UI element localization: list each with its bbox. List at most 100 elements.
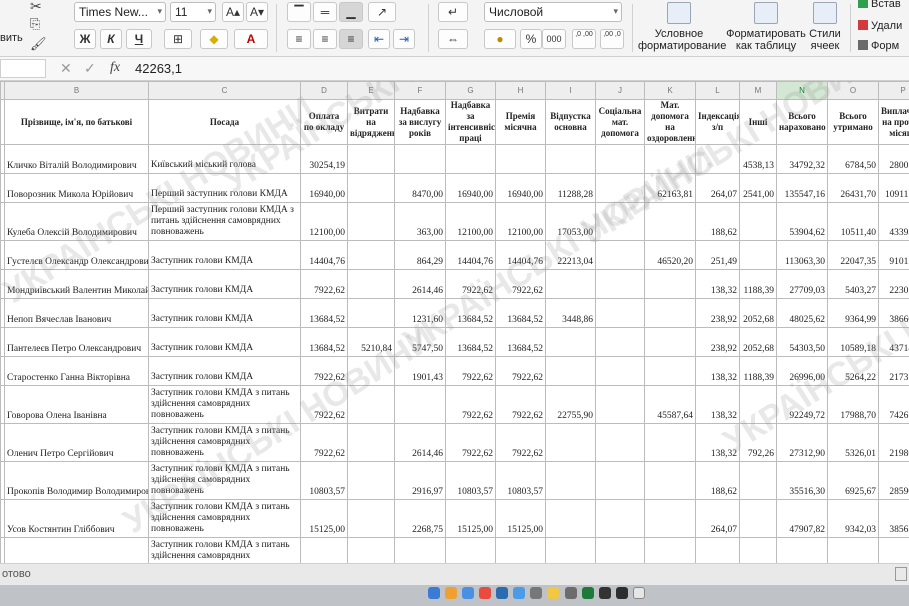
value-cell[interactable]: 10511,40 <box>827 202 879 241</box>
value-cell[interactable] <box>545 461 596 500</box>
column-header-h[interactable]: H <box>495 81 546 100</box>
header-cell[interactable]: Соціальна мат. допомога <box>595 99 645 145</box>
value-cell[interactable] <box>347 461 395 500</box>
value-cell[interactable]: 12100,00 <box>445 202 496 241</box>
column-header-l[interactable]: L <box>695 81 740 100</box>
value-cell[interactable] <box>545 144 596 174</box>
value-cell[interactable] <box>595 240 645 270</box>
font-name-select[interactable]: Times New... ▾ <box>74 2 166 22</box>
value-cell[interactable] <box>644 298 696 328</box>
value-cell[interactable]: 10589,18 <box>827 327 879 357</box>
value-cell[interactable]: 13684,52 <box>300 298 348 328</box>
value-cell[interactable]: 35516,30 <box>776 461 828 500</box>
value-cell[interactable]: 26431,70 <box>827 173 879 203</box>
value-cell[interactable]: 2541,00 <box>739 173 777 203</box>
value-cell[interactable]: 5326,01 <box>827 423 879 462</box>
column-header-i[interactable]: I <box>545 81 596 100</box>
header-cell[interactable]: Витрати на відрядження <box>347 99 395 145</box>
value-cell[interactable]: 138,32 <box>695 269 740 299</box>
value-cell[interactable]: 21986,89 <box>878 423 909 462</box>
scissors-icon[interactable]: ✂ <box>30 0 42 15</box>
value-cell[interactable]: 1231,60 <box>394 298 446 328</box>
name-cell[interactable]: Густелєв Олександр Олександрович <box>4 240 149 270</box>
value-cell[interactable]: 47856,27 <box>595 537 645 563</box>
value-cell[interactable] <box>739 202 777 241</box>
value-cell[interactable]: 7922,62 <box>495 385 546 424</box>
value-cell[interactable]: 2052,68 <box>739 327 777 357</box>
value-cell[interactable]: 264,07 <box>695 173 740 203</box>
format-as-table-button[interactable]: Форматировать как таблицу <box>726 2 806 52</box>
cancel-icon[interactable]: ✕ <box>60 60 72 77</box>
value-cell[interactable]: 6784,50 <box>827 144 879 174</box>
column-header-p[interactable]: P <box>878 81 909 100</box>
value-cell[interactable]: 113063,30 <box>776 240 828 270</box>
grow-font-button[interactable]: A▴ <box>222 2 244 22</box>
position-cell[interactable]: Київський міський голова <box>148 144 301 174</box>
header-cell[interactable]: Виплачено на протязі місяця <box>878 99 909 145</box>
position-cell[interactable]: Заступник голови КМДА з питань здійсненн… <box>148 499 301 538</box>
value-cell[interactable] <box>595 423 645 462</box>
value-cell[interactable] <box>739 461 777 500</box>
column-header-g[interactable]: G <box>445 81 496 100</box>
value-cell[interactable]: 14404,76 <box>300 240 348 270</box>
value-cell[interactable]: 17988,70 <box>827 385 879 424</box>
decrease-indent-button[interactable]: ⇤ <box>368 29 390 49</box>
value-cell[interactable]: 792,26 <box>739 423 777 462</box>
value-cell[interactable]: 16940,00 <box>445 173 496 203</box>
value-cell[interactable]: 1188,39 <box>739 537 777 563</box>
header-cell[interactable]: Індексація з/п <box>695 99 740 145</box>
position-cell[interactable]: Заступник голови КМДА з питань здійсненн… <box>148 385 301 424</box>
align-middle-button[interactable]: ═ <box>313 2 337 22</box>
header-cell[interactable]: Надбавка за вислугу років <box>394 99 446 145</box>
align-top-button[interactable]: ▔ <box>287 2 311 22</box>
name-cell[interactable]: Поворозник Микола Юрійович <box>4 173 149 203</box>
header-cell[interactable]: Всього нараховано <box>776 99 828 145</box>
value-cell[interactable]: 7922,62 <box>300 385 348 424</box>
value-cell[interactable]: 22755,90 <box>545 385 596 424</box>
value-cell[interactable] <box>545 423 596 462</box>
increase-indent-button[interactable]: ⇥ <box>393 29 415 49</box>
align-center-button[interactable]: ≡ <box>313 29 337 49</box>
name-cell[interactable]: Говорова Олена Іванівна <box>4 385 149 424</box>
value-cell[interactable]: 7922,62 <box>495 423 546 462</box>
value-cell[interactable]: 15125,00 <box>445 499 496 538</box>
value-cell[interactable]: 138,32 <box>695 537 740 563</box>
confirm-icon[interactable]: ✓ <box>84 60 96 77</box>
value-cell[interactable] <box>595 356 645 386</box>
value-cell[interactable]: 4538,13 <box>739 144 777 174</box>
value-cell[interactable] <box>644 327 696 357</box>
app-icon[interactable] <box>530 587 543 600</box>
format-button[interactable]: Форм <box>858 40 899 52</box>
name-cell[interactable]: Непоп Вячеслав Іванович <box>4 298 149 328</box>
safari-icon[interactable] <box>462 587 475 600</box>
value-cell[interactable]: 7922,62 <box>300 537 348 563</box>
name-cell[interactable]: Пантелеєв Петро Олександрович <box>4 327 149 357</box>
value-cell[interactable]: 54303,50 <box>776 327 828 357</box>
terminal-icon[interactable] <box>598 587 611 600</box>
value-cell[interactable]: 28590,63 <box>878 461 909 500</box>
position-cell[interactable]: Заступник голови КМДА з питань здійсненн… <box>148 537 301 563</box>
value-cell[interactable]: 10803,57 <box>445 461 496 500</box>
paste-button-label[interactable]: вить <box>0 32 23 44</box>
value-cell[interactable]: 28007,82 <box>878 144 909 174</box>
value-cell[interactable] <box>347 423 395 462</box>
position-cell[interactable]: Перший заступник голови КМДА з питань зд… <box>148 202 301 241</box>
align-bottom-button[interactable]: ▁ <box>339 2 363 22</box>
value-cell[interactable] <box>347 499 395 538</box>
value-cell[interactable]: 74261,02 <box>878 385 909 424</box>
value-cell[interactable] <box>644 461 696 500</box>
name-cell[interactable]: Старостенко Ганна Вікторівна <box>4 356 149 386</box>
launchpad-icon[interactable] <box>445 587 458 600</box>
value-cell[interactable] <box>545 499 596 538</box>
value-cell[interactable] <box>695 144 740 174</box>
value-cell[interactable]: 264,07 <box>695 499 740 538</box>
value-cell[interactable] <box>644 202 696 241</box>
position-cell[interactable]: Заступник голови КМДА <box>148 356 301 386</box>
value-cell[interactable] <box>644 499 696 538</box>
word-icon[interactable] <box>513 587 526 600</box>
value-cell[interactable]: 22305,76 <box>878 269 909 299</box>
value-cell[interactable]: 7922,62 <box>445 385 496 424</box>
value-cell[interactable]: 17053,00 <box>545 202 596 241</box>
borders-button[interactable]: ⊞ <box>164 29 192 49</box>
value-cell[interactable]: 135547,16 <box>776 173 828 203</box>
